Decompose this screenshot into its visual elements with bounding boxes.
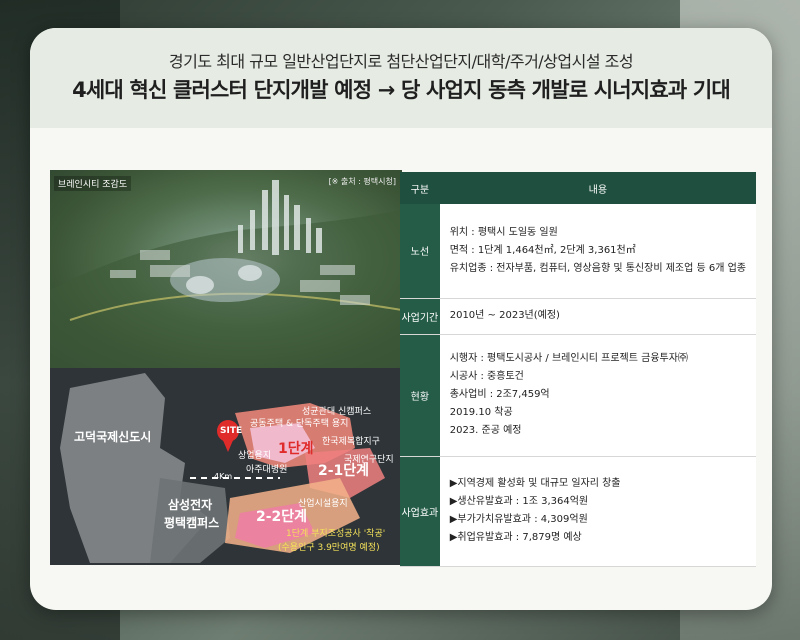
list-item: 시행자 : 평택도시공사 / 브레인시티 프로젝트 금융투자㈜ [449, 353, 688, 364]
row-label-period: 사업기간 [400, 298, 440, 335]
housing-label: 공동주택 & 단독주택 용지 [250, 419, 349, 429]
column-header-category: 구분 [400, 172, 440, 204]
list-item: ▶지역경제 활성화 및 대규모 일자리 창출 [449, 478, 621, 489]
list-item: 시공사 : 중흥토건 [449, 371, 524, 382]
godeok-label: 고덕국제신도시 [74, 430, 152, 444]
hospital-label: 아주대병원 [246, 465, 288, 475]
samsung-label-2: 평택캠퍼스 [164, 516, 220, 530]
list-item: 면적 : 1단계 1,464천㎡, 2단계 3,361천㎡ [449, 244, 636, 256]
row-label-route: 노선 [400, 204, 440, 299]
phase2-2-label: 2-2단계 [256, 509, 308, 525]
list-item: ▶취업유발효과 : 7,879명 예상 [449, 532, 582, 543]
aerial-map-label: 브레인시티 조감도 [54, 176, 132, 191]
row-content-period: 2010년 ~ 2023년(예정) [439, 298, 756, 335]
row-content-route: 위치 : 평택시 도일동 일원 면적 : 1단계 1,464천㎡, 2단계 3,… [439, 204, 756, 299]
page-title: 4세대 혁신 클러스터 단지개발 예정 → 당 사업지 동측 개발로 시너지효과… [72, 78, 731, 102]
distance-label: 4Km [214, 472, 233, 481]
map-panel: 브레인시티 조감도 [※ 출처 : 평택시청] SITE 고덕국제신도시 삼성전… [50, 170, 402, 565]
site-plan-map: SITE 고덕국제신도시 삼성전자 평택캠퍼스 성균관대 신캠퍼스 공동주택 &… [50, 368, 402, 565]
info-table: 구분 내용 노선 위치 : 평택시 도일동 일원 면적 : 1단계 1,464천… [400, 172, 756, 567]
row-label-effect: 사업효과 [400, 456, 440, 567]
table-row: 사업기간 2010년 ~ 2023년(예정) [400, 298, 756, 335]
table-header-row: 구분 내용 [400, 172, 756, 204]
list-item: ▶생산유발효과 : 1조 3,364억원 [449, 496, 589, 507]
page-subtitle: 경기도 최대 규모 일반산업단지로 첨단산업단지/대학/주거/상업시설 조성 [168, 52, 634, 71]
list-item: 위치 : 평택시 도일동 일원 [449, 226, 558, 238]
row-label-status: 현황 [400, 334, 440, 457]
aerial-map-image: 브레인시티 조감도 [※ 출처 : 평택시청] [50, 170, 402, 368]
intl-complex-label: 한국제복합지구 [322, 437, 380, 447]
table-row: 현황 시행자 : 평택도시공사 / 브레인시티 프로젝트 금융투자㈜ 시공사 :… [400, 334, 756, 457]
list-item: 2019.10 착공 [449, 407, 513, 418]
aerial-city-illustration [50, 180, 402, 368]
note-line-1: 1단계 부지조성공사 '착공' [286, 529, 386, 539]
site-marker-label: SITE [220, 426, 243, 436]
phase2-1-label: 2-1단계 [318, 463, 370, 479]
header-band: 경기도 최대 규모 일반산업단지로 첨단산업단지/대학/주거/상업시설 조성 4… [30, 28, 772, 128]
list-item: 총사업비 : 2조7,459억 [449, 389, 550, 400]
list-item: ▶부가가치유발효과 : 4,309억원 [449, 514, 588, 525]
table-row: 노선 위치 : 평택시 도일동 일원 면적 : 1단계 1,464천㎡, 2단계… [400, 204, 756, 299]
samsung-label-1: 삼성전자 [168, 498, 213, 512]
row-content-effect: ▶지역경제 활성화 및 대규모 일자리 창출 ▶생산유발효과 : 1조 3,36… [439, 456, 756, 567]
aerial-map-source: [※ 출처 : 평택시청] [328, 177, 396, 186]
column-header-content: 내용 [439, 172, 756, 204]
table-row: 사업효과 ▶지역경제 활성화 및 대규모 일자리 창출 ▶생산유발효과 : 1조… [400, 456, 756, 567]
note-line-2: (수용인구 3.9만여명 예정) [278, 543, 380, 553]
commercial-label: 상업용지 [238, 451, 272, 461]
phase1-label: 1단계 [278, 441, 314, 457]
list-item: 2010년 ~ 2023년(예정) [449, 310, 560, 321]
list-item: 2023. 준공 예정 [449, 425, 522, 436]
row-content-status: 시행자 : 평택도시공사 / 브레인시티 프로젝트 금융투자㈜ 시공사 : 중흥… [439, 334, 756, 457]
list-item: 유치업종 : 전자부품, 컴퓨터, 영상음향 및 통신장비 제조업 등 6개 업… [449, 262, 746, 274]
info-card: 경기도 최대 규모 일반산업단지로 첨단산업단지/대학/주거/상업시설 조성 4… [30, 28, 772, 610]
